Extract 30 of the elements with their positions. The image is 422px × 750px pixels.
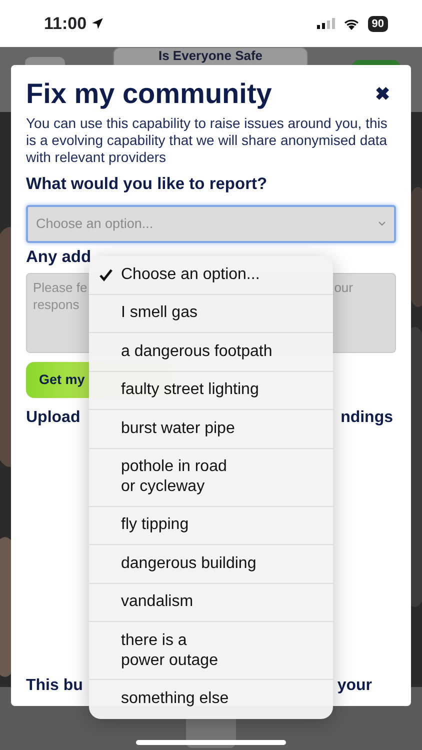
modal-title: Fix my community: [26, 77, 272, 111]
question-label: What would you like to report?: [26, 174, 268, 195]
upload-label: Upload: [26, 408, 80, 428]
close-button[interactable]: ✖: [369, 80, 396, 108]
wifi-icon: [342, 18, 360, 30]
dropdown-option[interactable]: faulty street lighting: [89, 372, 333, 410]
placeholder-text: respons: [33, 296, 80, 313]
header-title[interactable]: Is Everyone Safe: [113, 47, 308, 65]
upload-label: ndings: [340, 408, 393, 428]
dropdown-option[interactable]: Choose an option...: [89, 256, 333, 294]
footer-text: This bu: [26, 676, 83, 696]
dropdown-option[interactable]: there is a power outage: [89, 622, 333, 680]
dropdown-option[interactable]: burst water pipe: [89, 410, 333, 448]
location-arrow-icon: [90, 17, 104, 30]
description-text: You can use this capability to raise issues around you, this is a evolving capability that we will share anonymised data with relevant providers: [26, 115, 388, 166]
dropdown-option[interactable]: I smell gas: [89, 294, 333, 333]
signal-icon: [316, 18, 335, 29]
chevron-down-icon: [378, 221, 386, 226]
battery-level: 90: [368, 16, 388, 32]
dropdown-option[interactable]: a dangerous footpath: [89, 333, 333, 372]
footer-text: your: [337, 676, 372, 696]
dropdown-option[interactable]: dangerous building: [89, 545, 333, 584]
placeholder-text: Please fe: [33, 278, 88, 296]
status-time: 11:00: [44, 12, 87, 35]
placeholder-text: our: [334, 280, 353, 295]
dropdown-option[interactable]: fly tipping: [89, 506, 333, 545]
comments-label: Any add: [26, 246, 92, 267]
dropdown-option[interactable]: pothole in road or cycleway: [89, 448, 333, 506]
dropdown-option[interactable]: something else: [89, 680, 333, 718]
dropdown-option[interactable]: vandalism: [89, 584, 333, 622]
